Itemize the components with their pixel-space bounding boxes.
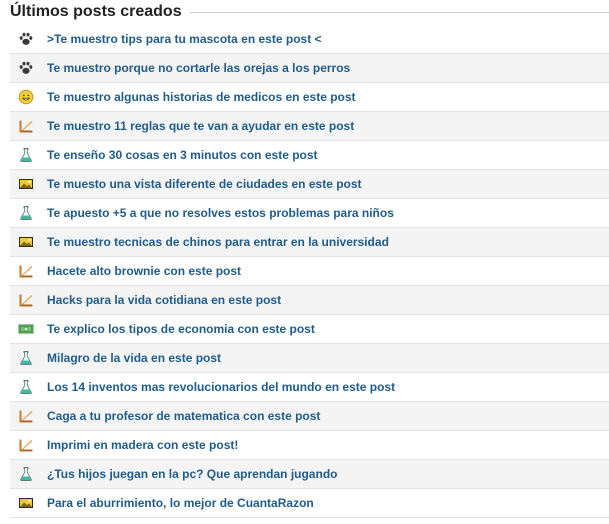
photo-icon xyxy=(18,234,34,250)
ruler-icon xyxy=(18,408,34,424)
list-item: Los 14 inventos mas revolucionarios del … xyxy=(10,373,609,402)
list-item: >Te muestro tips para tu mascota en este… xyxy=(10,25,609,54)
photo-icon xyxy=(18,176,34,192)
post-list: >Te muestro tips para tu mascota en este… xyxy=(10,25,609,518)
photo-icon xyxy=(18,495,34,511)
widget-title: Últimos posts creados xyxy=(10,3,182,20)
list-item: Te enseño 30 cosas en 3 minutos con este… xyxy=(10,141,609,170)
flask-icon xyxy=(18,205,34,221)
list-item: Te muesto una vista diferente de ciudade… xyxy=(10,170,609,199)
post-title-link[interactable]: Te muesto una vista diferente de ciudade… xyxy=(47,170,362,198)
post-title-link[interactable]: Los 14 inventos mas revolucionarios del … xyxy=(47,373,395,401)
list-item: Te muestro 11 reglas que te van a ayudar… xyxy=(10,112,609,141)
ruler-icon xyxy=(18,292,34,308)
list-item: Imprimi en madera con este post! xyxy=(10,431,609,460)
list-item: Para el aburrimiento, lo mejor de Cuanta… xyxy=(10,489,609,518)
list-item: Te muestro algunas historias de medicos … xyxy=(10,83,609,112)
post-title-link[interactable]: Para el aburrimiento, lo mejor de Cuanta… xyxy=(47,489,314,517)
post-title-link[interactable]: Te muestro 11 reglas que te van a ayudar… xyxy=(47,112,354,140)
list-item: Hacete alto brownie con este post xyxy=(10,257,609,286)
latest-posts-widget: Últimos posts creados >Te muestro tips p… xyxy=(0,0,609,524)
post-title-link[interactable]: >Te muestro tips para tu mascota en este… xyxy=(47,25,322,53)
list-item: Caga a tu profesor de matematica con est… xyxy=(10,402,609,431)
post-title-link[interactable]: ¿Tus hijos juegan en la pc? Que aprendan… xyxy=(47,460,337,488)
ruler-icon xyxy=(18,118,34,134)
flask-icon xyxy=(18,350,34,366)
post-title-link[interactable]: Caga a tu profesor de matematica con est… xyxy=(47,402,320,430)
list-item: ¿Tus hijos juegan en la pc? Que aprendan… xyxy=(10,460,609,489)
paw-icon xyxy=(18,31,34,47)
flask-icon xyxy=(18,147,34,163)
post-title-link[interactable]: Te explico los tipos de economia con est… xyxy=(47,315,315,343)
list-item: Te muestro tecnicas de chinos para entra… xyxy=(10,228,609,257)
post-title-link[interactable]: Imprimi en madera con este post! xyxy=(47,431,238,459)
list-item: Milagro de la vida en este post xyxy=(10,344,609,373)
list-item: Te apuesto +5 a que no resolves estos pr… xyxy=(10,199,609,228)
paw-icon xyxy=(18,60,34,76)
flask-icon xyxy=(18,466,34,482)
list-item: Hacks para la vida cotidiana en este pos… xyxy=(10,286,609,315)
post-title-link[interactable]: Te apuesto +5 a que no resolves estos pr… xyxy=(47,199,394,227)
list-item: Te muestro porque no cortarle las orejas… xyxy=(10,54,609,83)
post-title-link[interactable]: Hacete alto brownie con este post xyxy=(47,257,241,285)
flask-icon xyxy=(18,379,34,395)
ruler-icon xyxy=(18,263,34,279)
post-title-link[interactable]: Milagro de la vida en este post xyxy=(47,344,221,372)
list-item: Te explico los tipos de economia con est… xyxy=(10,315,609,344)
post-title-link[interactable]: Te muestro porque no cortarle las orejas… xyxy=(47,54,350,82)
title-divider xyxy=(190,12,609,13)
post-title-link[interactable]: Te muestro tecnicas de chinos para entra… xyxy=(47,228,389,256)
money-icon xyxy=(18,321,34,337)
post-title-link[interactable]: Te muestro algunas historias de medicos … xyxy=(47,83,356,111)
widget-header: Últimos posts creados xyxy=(0,0,609,25)
post-title-link[interactable]: Te enseño 30 cosas en 3 minutos con este… xyxy=(47,141,318,169)
post-title-link[interactable]: Hacks para la vida cotidiana en este pos… xyxy=(47,286,281,314)
smiley-icon xyxy=(18,89,34,105)
ruler-icon xyxy=(18,437,34,453)
